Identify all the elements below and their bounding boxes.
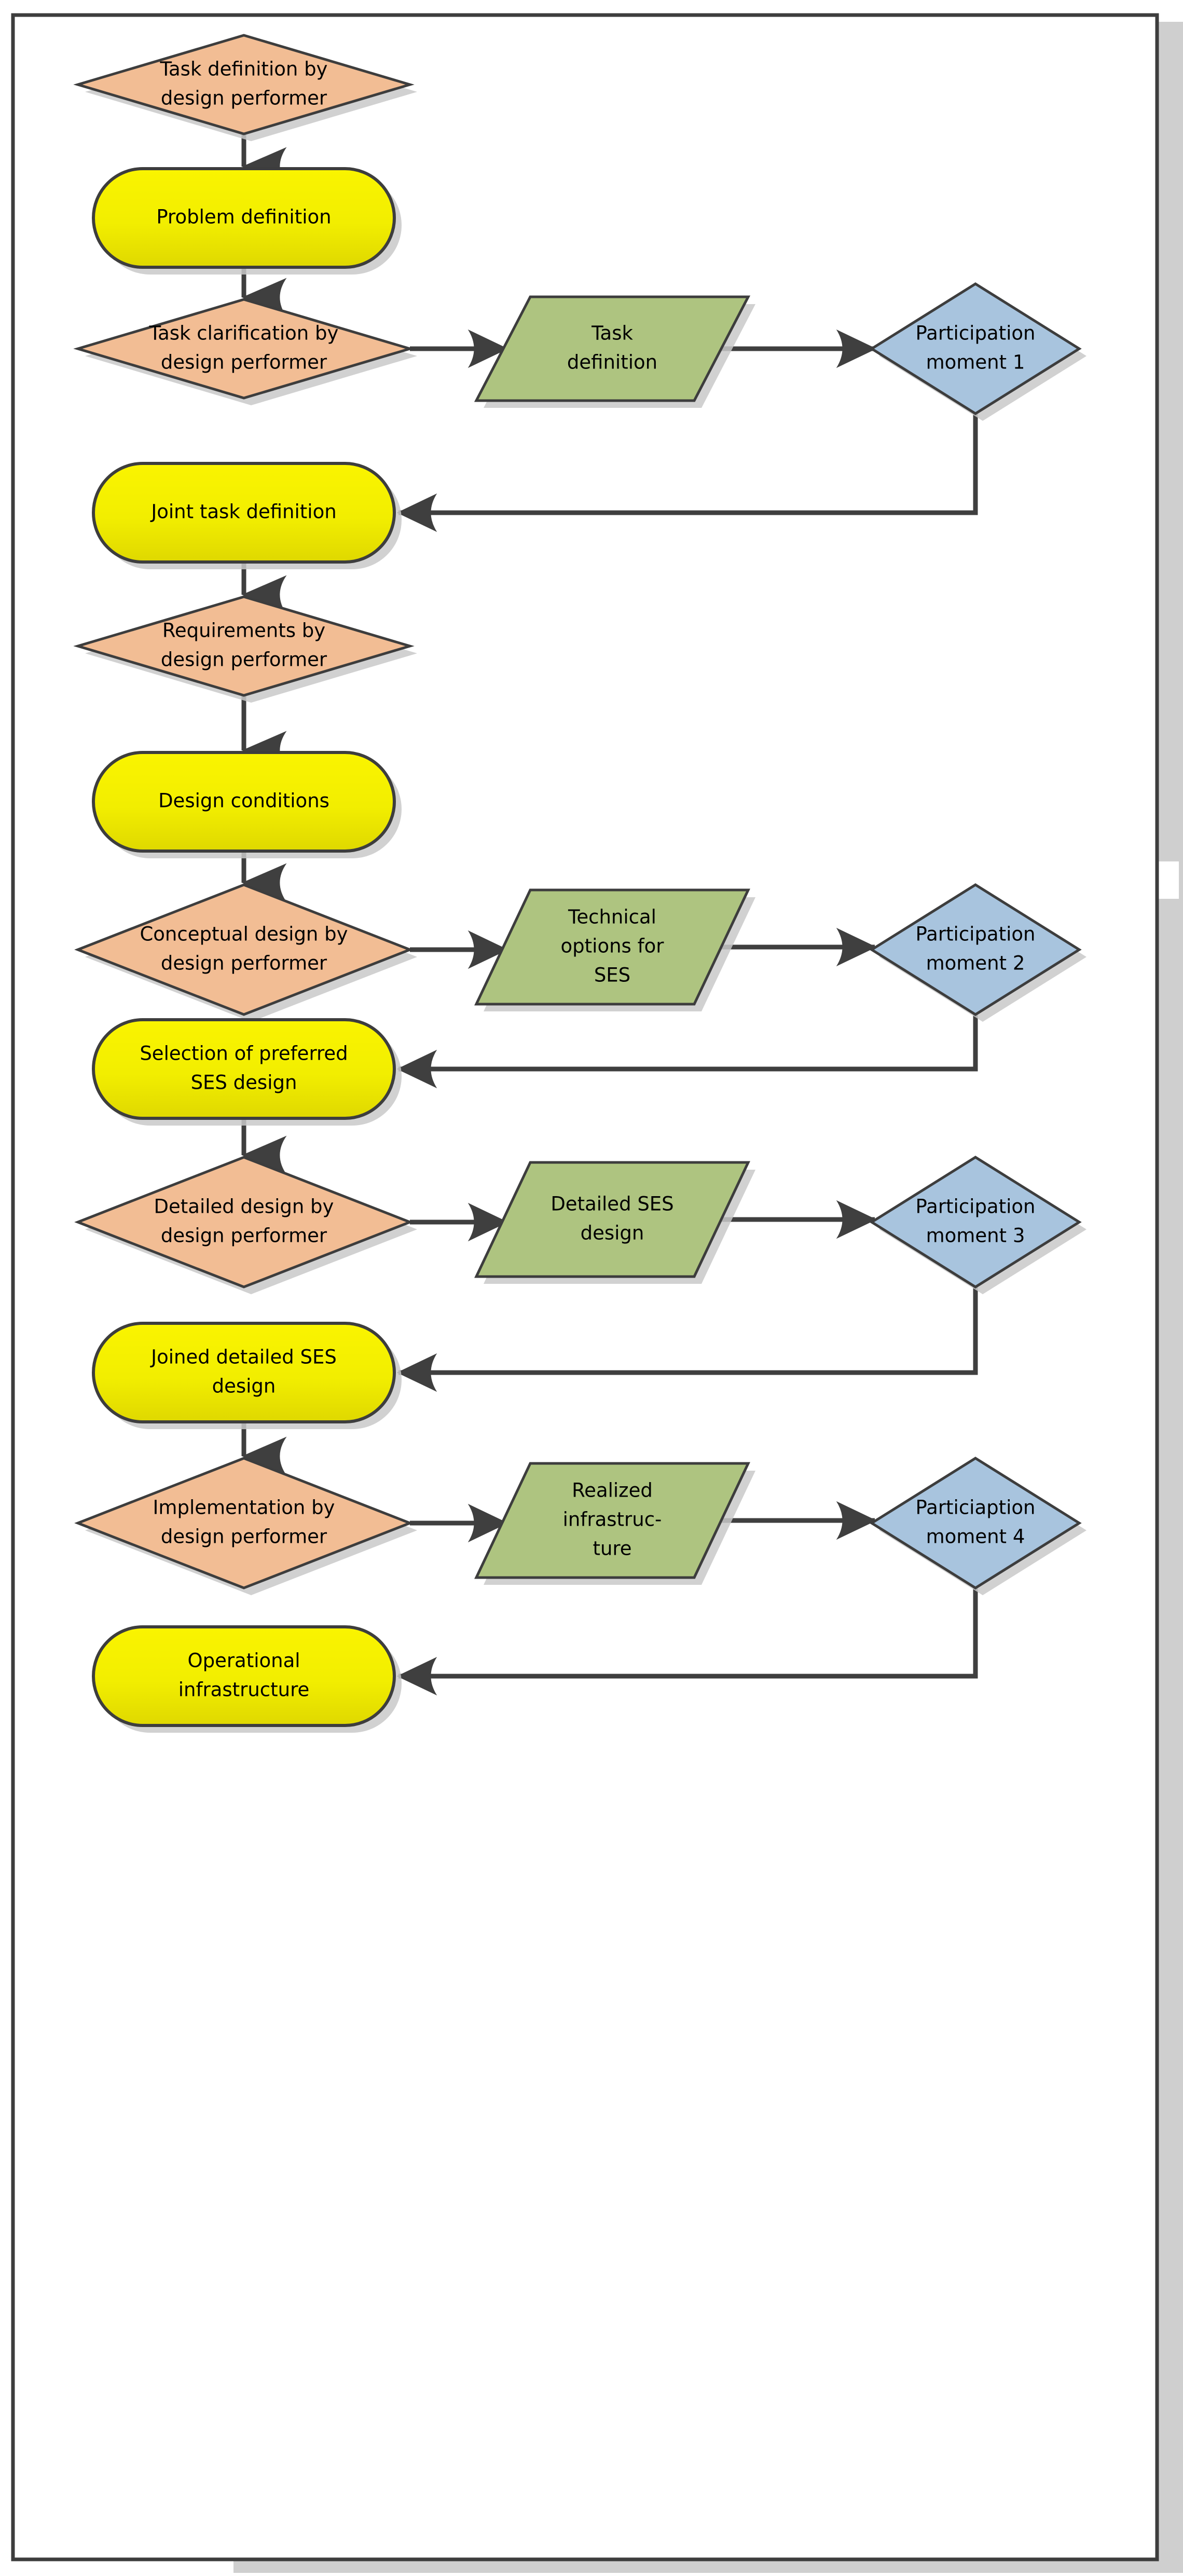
node-operational-infrastructure[interactable]: Operational infrastructure [92, 1625, 402, 1733]
node-label-line: Joint task definition [150, 501, 336, 523]
node-label-line: Requirements by [162, 620, 325, 642]
node-label-line: design performer [161, 649, 327, 671]
node-label-line: Particiaption [916, 1497, 1036, 1519]
node-label-line: Participation [916, 923, 1036, 946]
node-label-line: Technical [568, 906, 656, 928]
node-label-line: ture [593, 1538, 631, 1560]
node-label-line: Design conditions [158, 790, 329, 812]
node-label-line: Joined detailed SES [150, 1346, 337, 1368]
node-problem-definition[interactable]: Problem definition [92, 167, 402, 275]
node-label-line: Selection of preferred [140, 1043, 348, 1065]
flowchart-canvas: Task definition by design performer Proble… [0, 0, 1183, 2576]
node-label-line: Operational [187, 1650, 300, 1672]
node-label-line: Detailed SES [551, 1193, 673, 1215]
node-label-line: infrastructure [178, 1679, 310, 1701]
node-label-line: design performer [161, 1225, 327, 1247]
node-label-line: design performer [161, 351, 327, 374]
node-label-line: infrastruc- [563, 1509, 662, 1531]
node-label-line: Task definition by [160, 58, 328, 80]
node-label-line: moment 4 [926, 1526, 1025, 1548]
flowchart-svg: Task definition by design performer Proble… [11, 13, 1183, 2576]
node-label-line: Detailed design by [154, 1196, 334, 1218]
node-joined-detailed-ses-design[interactable]: Joined detailed SES design [92, 1322, 402, 1429]
node-label-line: design performer [161, 1526, 327, 1548]
node-label-line: Participation [916, 1196, 1036, 1218]
node-label-line: definition [567, 351, 657, 374]
node-label-line: design [581, 1222, 644, 1244]
node-label-line: moment 1 [926, 351, 1025, 374]
node-label-line: SES design [191, 1072, 297, 1094]
node-label-line: Conceptual design by [140, 923, 348, 946]
node-label-line: Implementation by [153, 1497, 335, 1519]
node-joint-task-definition[interactable]: Joint task definition [92, 462, 402, 569]
node-label-line: design performer [161, 87, 327, 109]
node-label-line: options for [561, 935, 665, 957]
node-label-line: moment 2 [926, 952, 1025, 975]
node-label-line: Participation [916, 322, 1036, 345]
node-label-line: SES [594, 964, 630, 986]
node-design-conditions[interactable]: Design conditions [92, 751, 402, 858]
node-label-line: Realized [572, 1479, 653, 1502]
node-selection-of-preferred-ses-design[interactable]: Selection of preferred SES design [92, 1018, 402, 1126]
node-label-line: Task [591, 322, 633, 345]
node-label-line: design performer [161, 952, 327, 975]
node-label-line: Task clarification by [149, 322, 339, 345]
node-label-line: design [212, 1375, 276, 1397]
node-label-line: Problem definition [156, 206, 331, 228]
node-label-line: moment 3 [926, 1225, 1025, 1247]
